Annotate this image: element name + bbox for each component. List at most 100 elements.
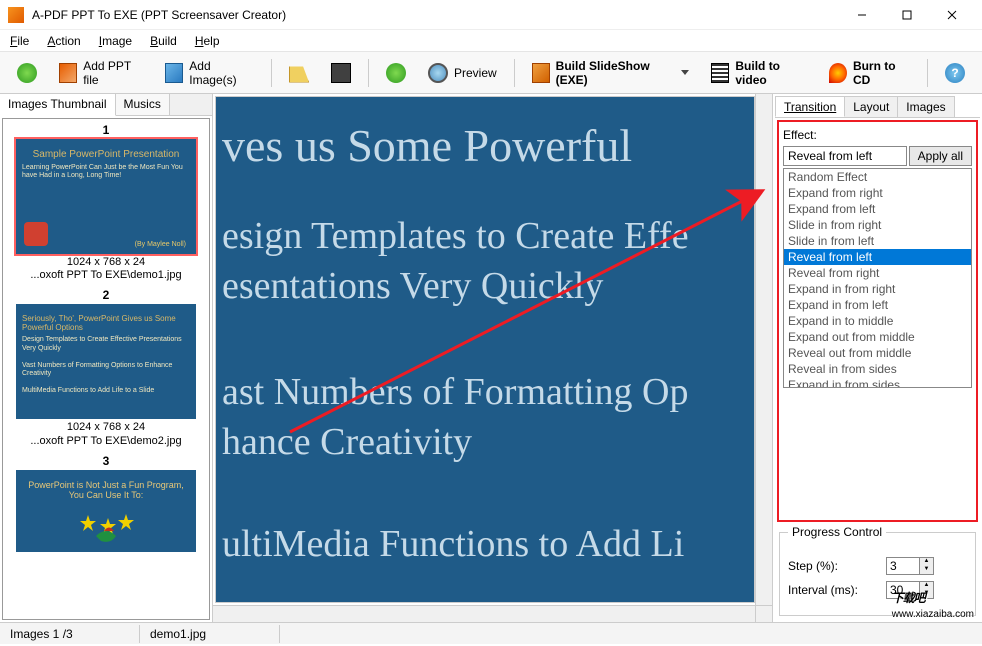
ppt-icon xyxy=(59,63,77,83)
thumb-image: Sample PowerPoint Presentation Learning … xyxy=(16,139,196,254)
effect-area: Effect: Reveal from left Apply all Rando… xyxy=(777,120,978,522)
thumbnail-list[interactable]: 1 Sample PowerPoint Presentation Learnin… xyxy=(2,118,210,620)
window-title: A-PDF PPT To EXE (PPT Screensaver Creato… xyxy=(32,8,839,22)
effect-option[interactable]: Slide in from right xyxy=(784,217,971,233)
tab-layout[interactable]: Layout xyxy=(844,96,898,117)
build-slideshow-button[interactable]: Build SlideShow (EXE) xyxy=(523,57,699,89)
menu-help[interactable]: Help xyxy=(191,32,224,50)
tab-transition[interactable]: Transition xyxy=(775,96,845,117)
tab-images[interactable]: Images xyxy=(897,96,954,117)
image-icon xyxy=(165,63,183,83)
thumb-dims: 1024 x 768 x 24 xyxy=(7,421,205,434)
thumb-path: ...oxoft PPT To EXE\demo2.jpg xyxy=(7,435,205,448)
nav-back-button[interactable] xyxy=(8,57,46,89)
menu-build[interactable]: Build xyxy=(146,32,181,50)
effect-listbox[interactable]: Random EffectExpand from rightExpand fro… xyxy=(783,168,972,388)
help-button[interactable]: ? xyxy=(936,57,974,89)
main-area: Images Thumbnail Musics 1 Sample PowerPo… xyxy=(0,94,982,622)
effect-option[interactable]: Reveal from left xyxy=(784,249,971,265)
tab-musics[interactable]: Musics xyxy=(116,94,170,115)
progress-legend: Progress Control xyxy=(788,525,886,539)
build-video-label: Build to video xyxy=(735,59,807,87)
effect-option[interactable]: Expand in from left xyxy=(784,297,971,313)
minimize-button[interactable] xyxy=(839,1,884,29)
preview-label: Preview xyxy=(454,66,497,80)
slide-line: ast Numbers of Formatting Op xyxy=(222,370,746,414)
add-ppt-label: Add PPT file xyxy=(83,59,143,87)
separator xyxy=(514,59,515,87)
status-filename: demo1.jpg xyxy=(140,625,280,643)
app-icon xyxy=(8,7,24,23)
arrow-left-icon xyxy=(17,63,37,83)
effect-option[interactable]: Expand from left xyxy=(784,201,971,217)
build-video-button[interactable]: Build to video xyxy=(702,57,816,89)
apply-all-button[interactable]: Apply all xyxy=(909,146,972,166)
effect-option[interactable]: Expand out from middle xyxy=(784,329,971,345)
center-area: ves us Some Powerful esign Templates to … xyxy=(213,94,772,622)
effect-option[interactable]: Expand in from sides xyxy=(784,377,971,388)
stars-decoration-icon xyxy=(76,506,136,546)
spin-up-icon[interactable]: ▲ xyxy=(920,558,933,566)
add-images-button[interactable]: Add Image(s) xyxy=(156,57,263,89)
add-ppt-button[interactable]: Add PPT file xyxy=(50,57,152,89)
slide-line: esign Templates to Create Effe xyxy=(222,214,746,258)
chevron-down-icon[interactable] xyxy=(681,70,689,75)
build-slideshow-label: Build SlideShow (EXE) xyxy=(556,59,671,87)
magnifier-icon xyxy=(428,63,448,83)
decoration-icon xyxy=(24,222,48,246)
horizontal-scrollbar[interactable] xyxy=(213,605,755,622)
right-tabs: Transition Layout Images xyxy=(775,96,980,118)
titlebar: A-PDF PPT To EXE (PPT Screensaver Creato… xyxy=(0,0,982,30)
effect-option[interactable]: Expand from right xyxy=(784,185,971,201)
thumb-image: Seriously, Tho', PowerPoint Gives us Som… xyxy=(16,304,196,419)
effect-option[interactable]: Slide in from left xyxy=(784,233,971,249)
effect-option[interactable]: Expand in from right xyxy=(784,281,971,297)
thumb-number: 1 xyxy=(7,123,205,137)
close-button[interactable] xyxy=(929,1,974,29)
left-tabs: Images Thumbnail Musics xyxy=(0,94,212,116)
menubar: File Action Image Build Help xyxy=(0,30,982,52)
open-button[interactable] xyxy=(280,57,318,89)
menu-action[interactable]: Action xyxy=(43,32,84,50)
burn-cd-button[interactable]: Burn to CD xyxy=(820,57,919,89)
status-images-count: Images 1 /3 xyxy=(0,625,140,643)
preview-canvas: ves us Some Powerful esign Templates to … xyxy=(215,96,755,603)
scroll-corner xyxy=(755,605,772,622)
effect-option[interactable]: Expand in to middle xyxy=(784,313,971,329)
help-icon: ? xyxy=(945,63,965,83)
effect-option[interactable]: Reveal out from middle xyxy=(784,345,971,361)
current-effect-field[interactable]: Reveal from left xyxy=(783,146,907,166)
right-panel: Transition Layout Images Effect: Reveal … xyxy=(772,94,982,622)
spin-down-icon[interactable]: ▼ xyxy=(920,566,933,574)
effect-option[interactable]: Reveal from right xyxy=(784,265,971,281)
add-images-label: Add Image(s) xyxy=(189,59,254,87)
film-icon xyxy=(711,63,729,83)
menu-image[interactable]: Image xyxy=(95,32,136,50)
step-label: Step (%): xyxy=(788,559,878,573)
step-spinner[interactable]: ▲▼ xyxy=(886,557,936,575)
interval-label: Interval (ms): xyxy=(788,583,878,597)
separator xyxy=(368,59,369,87)
flame-icon xyxy=(829,63,847,83)
vertical-scrollbar[interactable] xyxy=(755,94,772,605)
preview-button[interactable]: Preview xyxy=(419,57,506,89)
nav-forward-button[interactable] xyxy=(377,57,415,89)
watermark: 下载吧 www.xiazaiba.com xyxy=(892,577,974,620)
maximize-button[interactable] xyxy=(884,1,929,29)
step-input[interactable] xyxy=(886,557,920,575)
thumb-number: 2 xyxy=(7,288,205,302)
save-button[interactable] xyxy=(322,57,360,89)
slideshow-icon xyxy=(532,63,550,83)
effect-option[interactable]: Random Effect xyxy=(784,169,971,185)
toolbar: Add PPT file Add Image(s) Preview Build … xyxy=(0,52,982,94)
menu-file[interactable]: File xyxy=(6,32,33,50)
arrow-right-icon xyxy=(386,63,406,83)
thumbnail-item-2[interactable]: 2 Seriously, Tho', PowerPoint Gives us S… xyxy=(7,288,205,447)
slide-content: ves us Some Powerful esign Templates to … xyxy=(215,96,755,603)
tab-images-thumbnail[interactable]: Images Thumbnail xyxy=(0,94,116,116)
thumbnail-item-1[interactable]: 1 Sample PowerPoint Presentation Learnin… xyxy=(7,123,205,282)
slide-line: ves us Some Powerful xyxy=(222,119,746,172)
effect-option[interactable]: Reveal in from sides xyxy=(784,361,971,377)
thumbnail-item-3[interactable]: 3 PowerPoint is Not Just a Fun Program, … xyxy=(7,454,205,552)
slide-line: esentations Very Quickly xyxy=(222,264,746,308)
